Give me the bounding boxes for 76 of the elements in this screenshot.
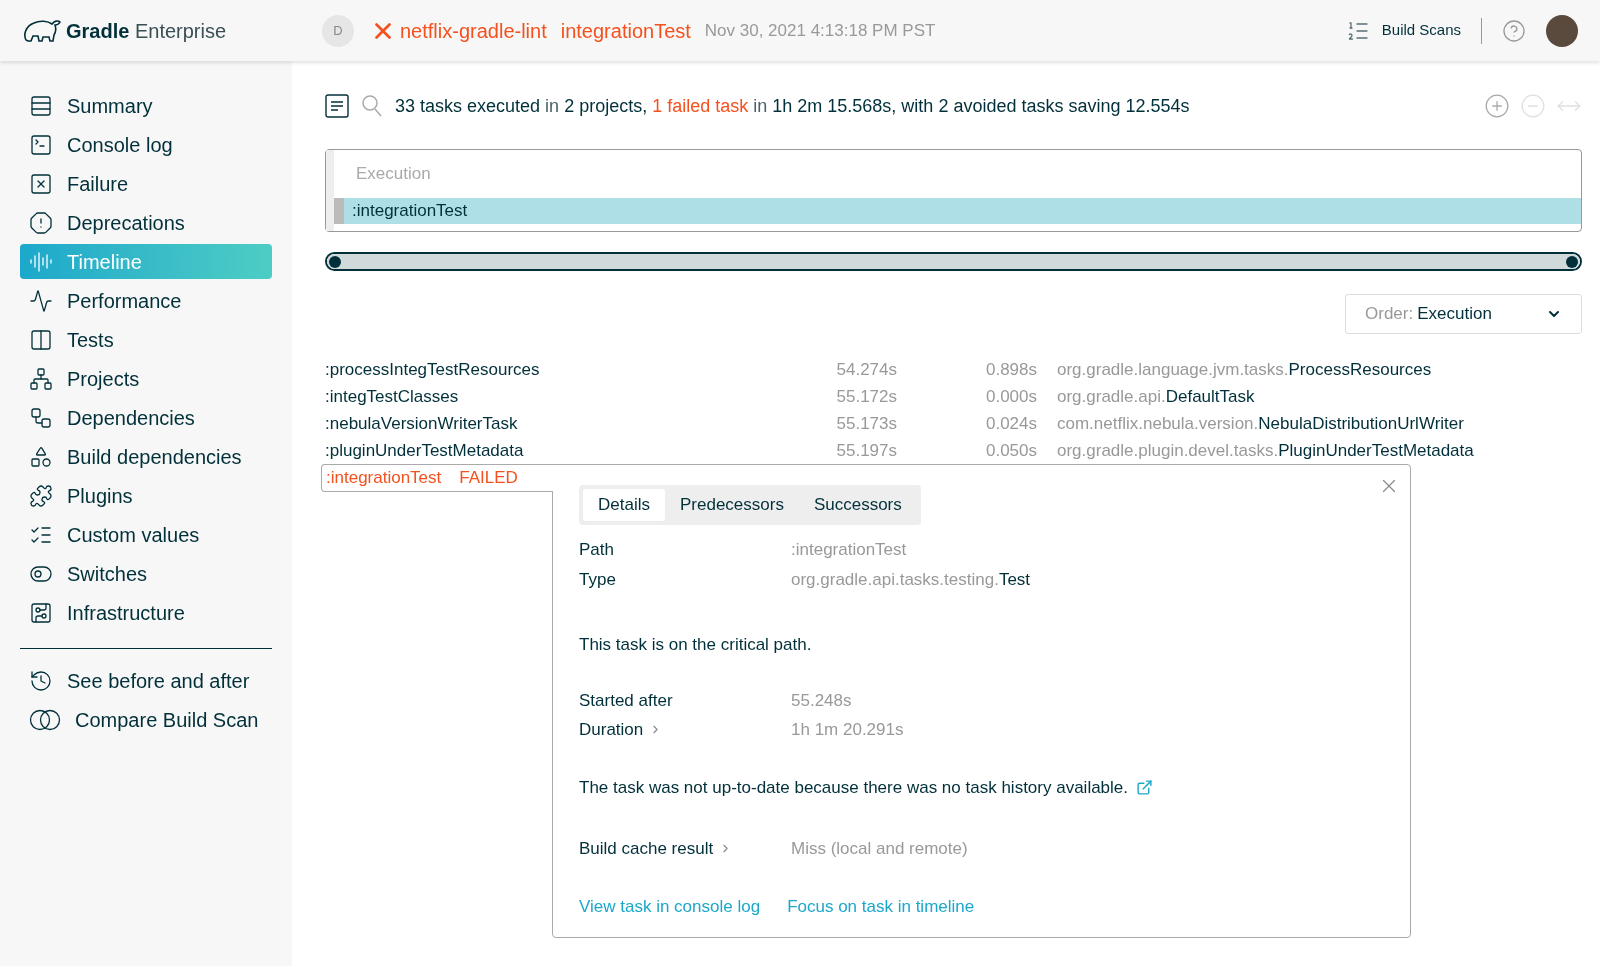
task-duration-cell-text: 0.050s — [984, 439, 1037, 462]
task-type-cell-text: org.gradle.plugin.devel.tasks.PluginUnderTestMetadata — [1057, 439, 1474, 462]
details-tab[interactable]: Details — [583, 489, 665, 521]
sidebar-item[interactable]: Failure — [20, 166, 272, 201]
external-link-icon[interactable] — [1136, 778, 1154, 796]
workflow-icon — [29, 405, 53, 430]
shapes-icon — [29, 444, 53, 469]
field-label: Path — [579, 539, 615, 561]
sidebar-item[interactable]: Performance — [20, 283, 272, 318]
field-label: Build cache result — [579, 838, 714, 860]
sidebar-item[interactable]: Deprecations — [20, 205, 272, 240]
terminal-icon — [29, 132, 53, 157]
x-square-icon — [29, 171, 53, 196]
split-square-icon — [29, 327, 53, 352]
overlapping-circles-icon — [29, 708, 61, 731]
activity-icon — [29, 288, 53, 313]
task-name-cell[interactable]: :nebulaVersionWriterTask — [325, 410, 765, 437]
search-icon[interactable] — [361, 94, 383, 118]
task-name-cell[interactable]: :processIntegTestResources — [325, 356, 765, 383]
slider-handle[interactable] — [329, 255, 341, 268]
failed-status: FAILED — [459, 467, 518, 490]
task-name-cell[interactable]: :pluginUnderTestMetadata — [325, 437, 765, 464]
field-label: Duration — [579, 719, 644, 741]
cache-value: Miss (local and remote) — [791, 838, 969, 860]
task-type-cell-text: org.gradle.api.DefaultTask — [1057, 385, 1255, 408]
type-value: org.gradle.api.tasks.testing.Test — [791, 568, 1032, 591]
field-label: Type — [579, 568, 617, 591]
sidebar-item[interactable]: Tests — [20, 322, 272, 357]
sidebar-item[interactable]: Console log — [20, 127, 272, 162]
lane-label: Execution — [356, 163, 431, 186]
hierarchy-icon — [29, 366, 53, 391]
task-type-cell-text: org.gradle.language.jvm.tasks.ProcessResources — [1057, 358, 1432, 381]
help-icon[interactable] — [1502, 18, 1526, 43]
field-label: Started after — [579, 689, 674, 712]
sidebar-item[interactable]: Projects — [20, 361, 272, 396]
puzzle-icon — [29, 483, 53, 508]
task-start-cell-text: 55.197s — [835, 439, 897, 462]
task-name-cell[interactable]: :integTestClasses — [325, 383, 765, 410]
task-duration-cell-text: 0.000s — [984, 385, 1037, 408]
task-start-cell-text: 54.274s — [835, 358, 897, 381]
path-value: :integrationTest — [791, 539, 908, 561]
sidebar-item[interactable]: See before and after — [20, 663, 272, 698]
sidebar-item[interactable]: Custom values — [20, 517, 272, 552]
details-tab[interactable]: Successors — [798, 489, 917, 521]
sidebar-item[interactable]: Summary — [20, 88, 272, 123]
task-duration-cell-text: 0.024s — [984, 412, 1037, 435]
sidebar-item[interactable]: Switches — [20, 556, 272, 591]
sidebar-item[interactable]: Compare Build Scan — [20, 702, 272, 737]
up-to-date-reason: The task was not up-to-date because there was no task history available. — [579, 776, 1129, 799]
sidebar-item[interactable]: Dependencies — [20, 400, 272, 435]
started-value: 55.248s — [791, 689, 853, 712]
sidebar-item[interactable]: Plugins — [20, 478, 272, 513]
history-icon — [29, 668, 53, 693]
task-type-cell-text: com.netflix.nebula.version.NebulaDistributionUrlWriter — [1057, 412, 1464, 435]
build-summary-text: 33 tasks executed in 2 projects, 1 failed task in 1h 2m 15.568s, with 2 avoided tasks saving 12.554s — [395, 94, 1190, 118]
task-start-cell-text: 55.172s — [835, 385, 897, 408]
build-scans-link[interactable]: Build Scans — [1345, 18, 1461, 43]
sidebar-item[interactable]: Infrastructure — [20, 595, 272, 630]
bar-marker — [334, 198, 344, 224]
build-date: Nov 30, 2021 4:13:18 PM PST — [704, 19, 936, 42]
circuit-board-icon — [29, 600, 53, 625]
duration-value: 1h 1m 20.291s — [791, 719, 905, 741]
document-icon[interactable] — [325, 94, 349, 118]
sidebar-item[interactable]: Build dependencies — [20, 439, 272, 474]
details-tab[interactable]: Predecessors — [664, 489, 799, 521]
slider-handle[interactable] — [1566, 255, 1578, 268]
logo-text[interactable]: Gradle Enterprise — [66, 15, 227, 46]
alert-icon — [29, 210, 53, 235]
critical-path-note: This task is on the critical path. — [579, 634, 813, 656]
order-select[interactable]: Order: Execution — [1345, 294, 1582, 334]
task-duration-cell-text: 0.898s — [984, 358, 1037, 381]
zoom-in-icon[interactable] — [1484, 93, 1510, 119]
task-start-cell-text: 55.173s — [835, 412, 897, 435]
profile-photo-placeholder[interactable] — [1546, 14, 1578, 47]
rows-icon — [29, 93, 53, 118]
task-bar[interactable]: :integrationTest — [344, 198, 1581, 224]
